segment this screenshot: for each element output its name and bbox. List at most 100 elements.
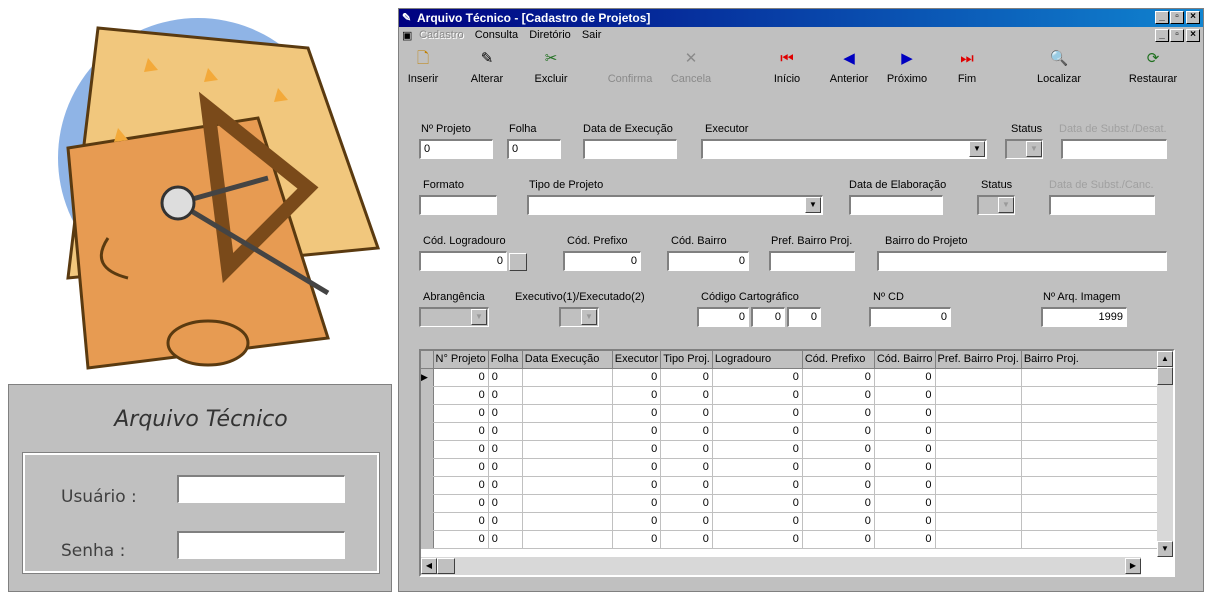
table-cell[interactable]: 0: [802, 368, 875, 387]
data-execucao-input[interactable]: [583, 139, 677, 159]
close-button[interactable]: ×: [1186, 11, 1200, 24]
table-cell[interactable]: [1021, 512, 1162, 531]
child-restore-button[interactable]: ▫: [1170, 29, 1184, 42]
excluir-button[interactable]: ✂ Excluir: [527, 49, 575, 85]
column-header[interactable]: Cód. Prefixo: [802, 351, 875, 369]
row-selector[interactable]: [421, 404, 434, 423]
table-cell[interactable]: 0: [433, 458, 489, 477]
table-cell[interactable]: 0: [802, 386, 875, 405]
table-cell[interactable]: 0: [874, 386, 936, 405]
table-cell[interactable]: 0: [433, 476, 489, 495]
table-cell[interactable]: 0: [874, 368, 936, 387]
table-cell[interactable]: 0: [488, 404, 523, 423]
table-cell[interactable]: [1021, 440, 1162, 459]
table-cell[interactable]: 0: [712, 386, 803, 405]
column-header[interactable]: Logradouro: [712, 351, 803, 369]
scroll-up-icon[interactable]: ▲: [1157, 351, 1173, 367]
table-cell[interactable]: 0: [488, 440, 523, 459]
table-cell[interactable]: 0: [660, 368, 713, 387]
table-row[interactable]: 0000000: [421, 440, 1162, 459]
table-cell[interactable]: [522, 458, 613, 477]
cod-bairro-input[interactable]: 0: [667, 251, 749, 271]
table-cell[interactable]: [522, 386, 613, 405]
table-cell[interactable]: 0: [712, 476, 803, 495]
executor-dropdown-arrow-icon[interactable]: ▼: [969, 141, 985, 157]
table-row[interactable]: 0000000: [421, 494, 1162, 513]
table-cell[interactable]: [522, 530, 613, 549]
proximo-button[interactable]: ▶ Próximo: [883, 49, 931, 85]
table-cell[interactable]: 0: [712, 422, 803, 441]
n-projeto-input[interactable]: 0: [419, 139, 493, 159]
column-header[interactable]: Pref. Bairro Proj.: [935, 351, 1022, 369]
projects-grid[interactable]: N° Projeto Folha Data Execução Executor Tipo…: [419, 349, 1175, 577]
cod-logradouro-input[interactable]: 0: [419, 251, 507, 271]
table-cell[interactable]: 0: [660, 476, 713, 495]
child-minimize-button[interactable]: _: [1155, 29, 1169, 42]
table-row[interactable]: 0000000: [421, 512, 1162, 531]
password-input[interactable]: [177, 531, 345, 559]
row-selector[interactable]: [421, 494, 434, 513]
table-cell[interactable]: 0: [712, 440, 803, 459]
status1-dropdown-arrow-icon[interactable]: ▼: [1026, 141, 1042, 157]
menu-sair[interactable]: Sair: [582, 29, 602, 41]
table-cell[interactable]: [522, 494, 613, 513]
inicio-button[interactable]: ⏮ Início: [769, 49, 805, 85]
table-cell[interactable]: [1021, 422, 1162, 441]
table-cell[interactable]: 0: [802, 494, 875, 513]
table-cell[interactable]: 0: [712, 404, 803, 423]
logradouro-lookup-button[interactable]: [509, 253, 527, 271]
table-cell[interactable]: 0: [612, 494, 662, 513]
table-cell[interactable]: 0: [660, 530, 713, 549]
row-selector[interactable]: [421, 476, 434, 495]
table-cell[interactable]: 0: [612, 512, 662, 531]
table-cell[interactable]: 0: [802, 422, 875, 441]
formato-input[interactable]: [419, 195, 497, 215]
table-row[interactable]: 0000000: [421, 458, 1162, 477]
table-cell[interactable]: 0: [660, 494, 713, 513]
table-cell[interactable]: 0: [802, 476, 875, 495]
row-selector[interactable]: [421, 440, 434, 459]
restaurar-button[interactable]: ⟳ Restaurar: [1125, 49, 1181, 85]
anterior-button[interactable]: ◀ Anterior: [827, 49, 871, 85]
column-header[interactable]: Cód. Bairro: [874, 351, 936, 369]
bairro-projeto-input[interactable]: [877, 251, 1167, 271]
table-cell[interactable]: [935, 368, 1022, 387]
tipo-projeto-select[interactable]: [527, 195, 823, 215]
cod-prefixo-input[interactable]: 0: [563, 251, 641, 271]
user-input[interactable]: [177, 475, 345, 503]
table-cell[interactable]: 0: [488, 422, 523, 441]
table-cell[interactable]: 0: [488, 512, 523, 531]
table-cell[interactable]: [935, 440, 1022, 459]
fim-button[interactable]: ⏭ Fim: [953, 49, 981, 85]
row-selector[interactable]: [421, 530, 434, 549]
n-cd-input[interactable]: 0: [869, 307, 951, 327]
table-cell[interactable]: 0: [874, 404, 936, 423]
column-header[interactable]: N° Projeto: [433, 351, 489, 369]
table-cell[interactable]: [935, 530, 1022, 549]
table-cell[interactable]: 0: [612, 386, 662, 405]
column-header[interactable]: Data Execução: [522, 351, 613, 369]
table-cell[interactable]: 0: [802, 404, 875, 423]
table-cell[interactable]: 0: [660, 458, 713, 477]
table-cell[interactable]: 0: [488, 368, 523, 387]
child-close-button[interactable]: ×: [1186, 29, 1200, 42]
pref-bairro-input[interactable]: [769, 251, 855, 271]
table-cell[interactable]: 0: [660, 512, 713, 531]
column-header[interactable]: Folha: [488, 351, 523, 369]
table-row[interactable]: ▶ 0 0 0 0 0 0 0: [421, 368, 1162, 387]
table-row[interactable]: 0000000: [421, 530, 1162, 549]
table-cell[interactable]: 0: [488, 476, 523, 495]
table-cell[interactable]: 0: [433, 512, 489, 531]
table-cell[interactable]: [522, 422, 613, 441]
tipo-projeto-dropdown-arrow-icon[interactable]: ▼: [805, 197, 821, 213]
cartografico-part3-input[interactable]: 0: [787, 307, 821, 327]
folha-input[interactable]: 0: [507, 139, 561, 159]
scroll-left-icon[interactable]: ◀: [421, 558, 437, 574]
table-cell[interactable]: [1021, 476, 1162, 495]
table-cell[interactable]: 0: [712, 458, 803, 477]
table-cell[interactable]: [935, 386, 1022, 405]
table-cell[interactable]: 0: [660, 440, 713, 459]
status2-dropdown-arrow-icon[interactable]: ▼: [998, 197, 1014, 213]
table-row[interactable]: 0000000: [421, 386, 1162, 405]
maximize-button[interactable]: ▫: [1170, 11, 1184, 24]
